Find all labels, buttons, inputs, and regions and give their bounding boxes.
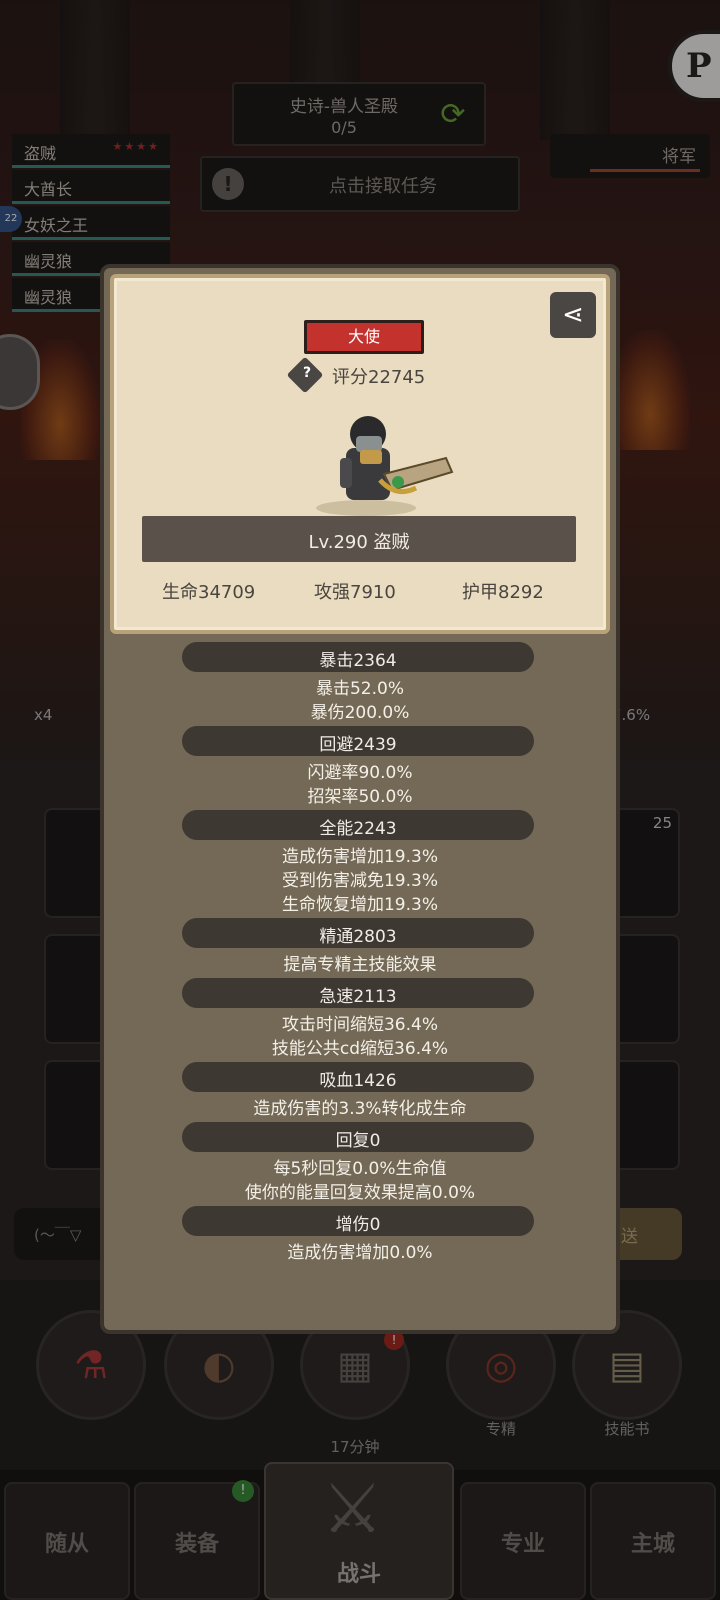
stat-header-leech: 吸血1426 bbox=[182, 1062, 534, 1092]
stat-header-regen: 回复0 bbox=[182, 1122, 534, 1152]
question-icon[interactable]: ? bbox=[286, 356, 324, 394]
armor-stat: 护甲8292 bbox=[462, 582, 544, 603]
stat-header-crit: 暴击2364 bbox=[182, 642, 534, 672]
stat-line: 攻击时间缩短36.4% bbox=[281, 1015, 438, 1035]
hero-name: Lv.290 盗贼 bbox=[308, 532, 410, 553]
stat-line: 使你的能量回复效果提高0.0% bbox=[244, 1183, 476, 1203]
stat-header-label: 增伤0 bbox=[335, 1215, 381, 1235]
stat-header-label: 回避2439 bbox=[319, 735, 397, 755]
stat-line: 闪避率90.0% bbox=[307, 763, 413, 783]
stat-header-versatility: 全能2243 bbox=[182, 810, 534, 840]
rank-badge: 大使 bbox=[304, 320, 424, 354]
stat-header-label: 回复0 bbox=[335, 1131, 381, 1151]
stat-line: 每5秒回复0.0%生命值 bbox=[273, 1159, 447, 1179]
stat-line: 招架率50.0% bbox=[307, 787, 413, 807]
stat-header-label: 暴击2364 bbox=[319, 651, 397, 671]
hero-portrait bbox=[316, 416, 454, 516]
stat-line: 造成伤害增加19.3% bbox=[281, 847, 438, 867]
stat-header-label: 精通2803 bbox=[319, 927, 397, 947]
hero-name-bar: Lv.290 盗贼 bbox=[142, 516, 576, 562]
stat-header-haste: 急速2113 bbox=[182, 978, 534, 1008]
stat-line: 技能公共cd缩短36.4% bbox=[271, 1039, 449, 1059]
share-button[interactable]: ⋖ bbox=[550, 292, 596, 338]
stat-header-damage-bonus: 增伤0 bbox=[182, 1206, 534, 1236]
hero-detail-modal: 大使 ? 评分22745 ⋖ Lv.290 盗贼 生命34709 攻强7910 … bbox=[100, 264, 620, 1334]
stat-header-label: 全能2243 bbox=[319, 819, 397, 839]
stat-header-dodge: 回避2439 bbox=[182, 726, 534, 756]
hp-stat: 生命34709 bbox=[162, 582, 256, 603]
stat-line: 暴击52.0% bbox=[315, 679, 404, 699]
hero-card: 大使 ? 评分22745 ⋖ Lv.290 盗贼 生命34709 攻强7910 … bbox=[110, 274, 610, 634]
stat-header-mastery: 精通2803 bbox=[182, 918, 534, 948]
stat-line: 受到伤害减免19.3% bbox=[281, 871, 438, 891]
stat-header-label: 吸血1426 bbox=[319, 1071, 397, 1091]
attack-stat: 攻强7910 bbox=[314, 582, 396, 603]
score-text: 评分22745 bbox=[332, 367, 426, 388]
stat-line: 提高专精主技能效果 bbox=[283, 955, 437, 975]
stat-header-label: 急速2113 bbox=[319, 987, 397, 1007]
stat-line: 造成伤害的3.3%转化成生命 bbox=[253, 1099, 467, 1119]
stat-line: 造成伤害增加0.0% bbox=[287, 1243, 433, 1263]
stat-line: 生命恢复增加19.3% bbox=[281, 895, 438, 915]
stat-line: 暴伤200.0% bbox=[310, 703, 410, 723]
share-icon: ⋖ bbox=[562, 300, 584, 330]
